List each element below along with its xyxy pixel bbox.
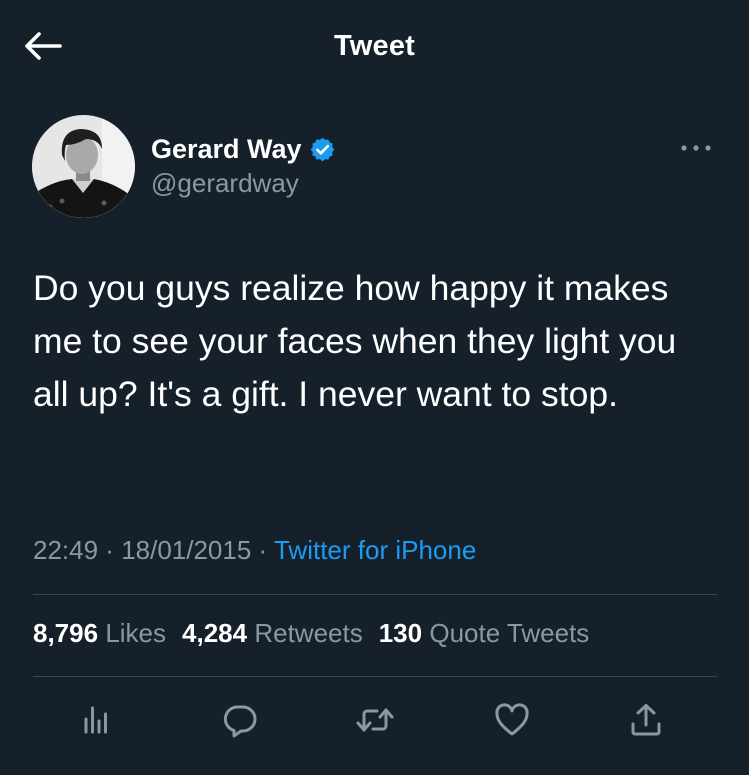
heart-icon — [495, 703, 529, 736]
author-name[interactable]: Gerard Way — [151, 134, 302, 165]
likes-stat[interactable]: 8,796 Likes — [33, 618, 166, 649]
tweet-stats: 8,796 Likes 4,284 Retweets 130 Quote Twe… — [33, 618, 605, 649]
author-handle[interactable]: @gerardway — [151, 168, 299, 199]
divider — [33, 594, 717, 595]
tweet-detail-screen: Tweet Gerard Way @gerardway Do you guys … — [0, 0, 749, 775]
divider — [33, 676, 717, 677]
verified-badge-icon — [310, 137, 334, 161]
retweets-label: Retweets — [254, 618, 363, 648]
quote-tweets-count: 130 — [378, 618, 423, 648]
tweet-date: 18/01/2015 — [121, 535, 252, 565]
tweet-time: 22:49 — [33, 535, 99, 565]
tweet-meta: 22:49 · 18/01/2015 · Twitter for iPhone — [33, 535, 476, 566]
avatar-photo — [32, 115, 135, 218]
analytics-icon — [84, 706, 107, 734]
likes-label: Likes — [105, 618, 167, 648]
share-icon — [631, 704, 661, 736]
author-name-row[interactable]: Gerard Way — [151, 131, 336, 167]
meta-separator: · — [98, 535, 122, 565]
meta-separator: · — [251, 535, 274, 565]
retweet-button[interactable] — [353, 698, 397, 742]
action-bar — [0, 690, 749, 746]
likes-count: 8,796 — [33, 618, 99, 648]
reply-icon — [223, 705, 257, 738]
page-title: Tweet — [333, 30, 416, 62]
tweet-source-link[interactable]: Twitter for iPhone — [274, 535, 476, 565]
share-button[interactable] — [624, 698, 668, 742]
more-options-button[interactable] — [676, 136, 716, 160]
reply-button[interactable] — [218, 698, 262, 742]
quote-tweets-label: Quote Tweets — [429, 618, 590, 648]
retweets-stat[interactable]: 4,284 Retweets — [182, 618, 363, 649]
retweet-icon — [356, 708, 394, 732]
tweet-text: Do you guys realize how happy it makes m… — [33, 268, 677, 414]
quote-tweets-stat[interactable]: 130 Quote Tweets — [379, 618, 590, 649]
retweets-count: 4,284 — [182, 618, 248, 648]
more-horizontal-icon — [681, 145, 711, 151]
top-bar: Tweet — [0, 0, 749, 95]
analytics-button[interactable] — [74, 698, 118, 742]
like-button[interactable] — [490, 698, 534, 742]
avatar[interactable] — [32, 115, 135, 218]
